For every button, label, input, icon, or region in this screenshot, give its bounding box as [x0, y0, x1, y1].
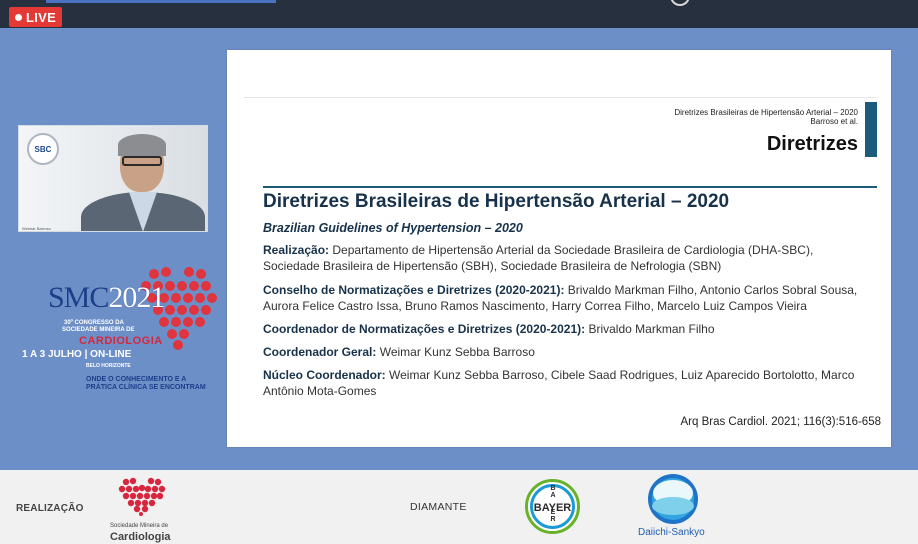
bayer-letter: B	[550, 485, 556, 492]
diamante-label: DIAMANTE	[410, 501, 467, 513]
live-dot-icon	[15, 13, 22, 21]
paragraph-label: Realização:	[263, 243, 330, 257]
daiichi-sankyo-label: Daiichi-Sankyo	[638, 527, 705, 538]
slide-accent-bar	[865, 102, 877, 157]
slide-citation: Arq Bras Cardiol. 2021; 116(3):516-658	[680, 416, 881, 428]
slide-divider	[244, 97, 876, 98]
congress-city: BELO HORIZONTE	[86, 363, 131, 369]
slide-title: Diretrizes Brasileiras de Hipertensão Ar…	[263, 191, 730, 212]
realizacao-label: REALIZAÇÃO	[16, 503, 84, 514]
player-top-bar: LIVE	[0, 0, 918, 28]
title-rule	[263, 186, 877, 188]
live-label: LIVE	[26, 9, 57, 25]
sbc-logo-text: SBC	[34, 144, 52, 154]
bayer-letter: R	[550, 516, 556, 523]
congress-line3: CARDIOLOGIA	[79, 335, 163, 347]
participant-name: Weimar Barroso	[22, 226, 51, 231]
paragraph-coordenador-normatizacoes: Coordenador de Normatizações e Diretrize…	[263, 321, 873, 337]
paragraph-label: Núcleo Coordenador:	[263, 368, 386, 382]
paragraph-conselho: Conselho de Normatizações e Diretrizes (…	[263, 282, 873, 314]
paragraph-text: Weimar Kunz Sebba Barroso	[379, 345, 535, 359]
presentation-slide: Diretrizes Brasileiras de Hipertensão Ar…	[227, 50, 891, 447]
paragraph-label: Conselho de Normatizações e Diretrizes (…	[263, 283, 565, 297]
congress-tagline: ONDE O CONHECIMENTO E A PRÁTICA CLÍNICA …	[86, 376, 206, 391]
paragraph-realizacao: Realização: Departamento de Hipertensão …	[263, 242, 873, 274]
glasses-icon	[122, 156, 162, 166]
smmc-line1: Sociedade Mineira de	[110, 523, 169, 529]
sponsor-footer: REALIZAÇÃO Sociedade Mineira de Cardiolo…	[0, 470, 918, 544]
daiichi-sankyo-logo-icon	[648, 474, 698, 524]
logo-year: 2021	[108, 281, 165, 314]
bayer-letter: A	[550, 492, 556, 499]
congress-dates: 1 A 3 JULHO | ON-LINE	[22, 349, 132, 360]
paragraph-label: Coordenador Geral:	[263, 345, 377, 359]
progress-bar[interactable]	[46, 0, 276, 3]
paragraph-nucleo: Núcleo Coordenador: Weimar Kunz Sebba Ba…	[263, 367, 873, 399]
speaker-webcam: SBC Weimar Barroso	[18, 125, 208, 232]
congress-logo-text: SMC2021	[48, 281, 165, 315]
paragraph-text: Departamento de Hipertensão Arterial da …	[263, 243, 814, 273]
congress-line2: SOCIEDADE MINEIRA DE	[62, 327, 135, 333]
running-header-authors: Barroso et al.	[810, 117, 858, 126]
paragraph-coordenador-geral: Coordenador Geral: Weimar Kunz Sebba Bar…	[263, 344, 873, 360]
scrubber-handle[interactable]	[670, 0, 690, 6]
live-badge[interactable]: LIVE	[9, 7, 63, 27]
slide-running-header: Diretrizes Brasileiras de Hipertensão Ar…	[674, 108, 858, 126]
smmc-line2: Cardiologia	[110, 531, 171, 543]
sbc-logo: SBC	[27, 133, 59, 165]
running-header-title: Diretrizes Brasileiras de Hipertensão Ar…	[674, 108, 858, 117]
congress-line1: 30º CONGRESSO DA	[64, 320, 124, 326]
paragraph-label: Coordenador de Normatizações e Diretrize…	[263, 322, 586, 336]
paragraph-text: Brivaldo Markman Filho	[588, 322, 715, 336]
bayer-logo: B A E R BAYER	[525, 479, 580, 534]
logo-smc: SMC	[48, 281, 109, 314]
heart-icon	[118, 477, 166, 516]
congress-logo: SMC2021 30º CONGRESSO DA SOCIEDADE MINEI…	[18, 258, 217, 398]
smmc-logo: Sociedade Mineira de Cardiologia	[110, 476, 176, 543]
slide-subtitle: Brazilian Guidelines of Hypertension – 2…	[263, 221, 523, 235]
bayer-horizontal-text: BAYER	[533, 502, 572, 514]
slide-section-label: Diretrizes	[766, 133, 858, 155]
